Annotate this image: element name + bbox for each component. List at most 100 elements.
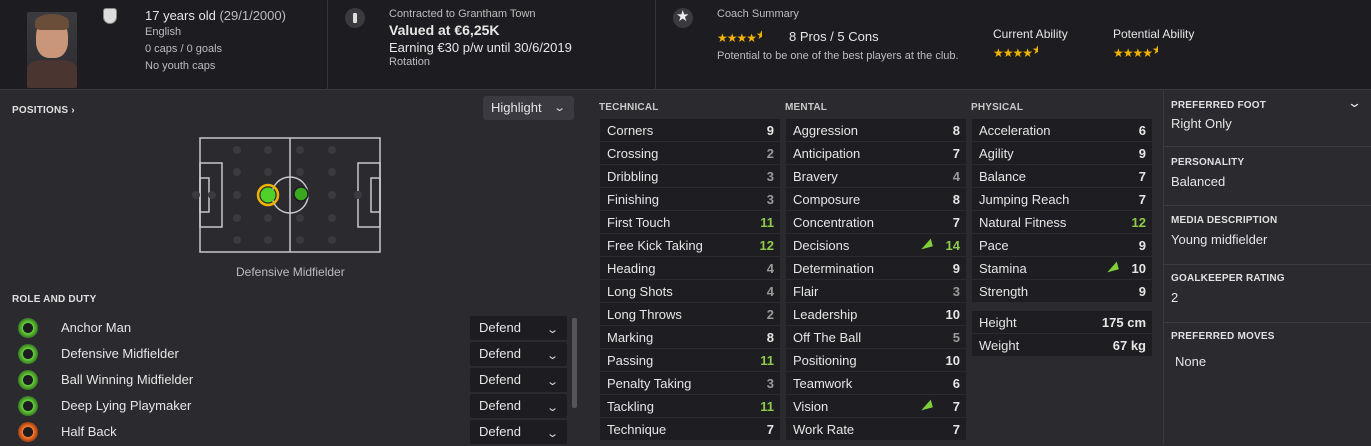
attribute-row[interactable]: Acceleration 6 <box>972 119 1152 142</box>
attribute-value: 6 <box>1138 123 1146 138</box>
duty-dropdown[interactable]: Defend ⌄ <box>470 342 567 366</box>
duty-dropdown[interactable]: Defend ⌄ <box>470 316 567 340</box>
attributes-panel: TECHNICAL MENTAL PHYSICAL Corners 9 Crossi… <box>588 91 1163 444</box>
attribute-name: Crossing <box>607 146 659 161</box>
role-duty-title: ROLE AND DUTY <box>12 294 97 305</box>
attribute-name: Aggression <box>793 123 859 138</box>
duty-dropdown[interactable]: Defend ⌄ <box>470 394 567 418</box>
attribute-value: 5 <box>952 330 960 345</box>
attribute-row[interactable]: Free Kick Taking 12 <box>600 234 780 257</box>
highlight-dropdown[interactable]: Highlight ⌄ <box>483 96 574 120</box>
role-name: Deep Lying Playmaker <box>61 398 192 413</box>
nationality: English <box>145 26 182 38</box>
attribute-row[interactable]: Passing 11 <box>600 349 780 372</box>
pitch-diagram <box>192 137 381 253</box>
positions-title[interactable]: POSITIONS › <box>12 105 75 116</box>
attribute-name: Off The Ball <box>793 330 862 345</box>
attribute-row[interactable]: First Touch 11 <box>600 211 780 234</box>
attribute-value: 7 <box>1138 169 1146 184</box>
attribute-row[interactable]: Corners 9 <box>600 119 780 142</box>
attribute-row[interactable]: Natural Fitness 12 <box>972 211 1152 234</box>
attribute-row[interactable]: Decisions 14 <box>786 234 966 257</box>
attribute-value: 3 <box>952 284 960 299</box>
attribute-row[interactable]: Long Shots 4 <box>600 280 780 303</box>
preferred-foot-value: Right Only <box>1171 116 1232 131</box>
chevron-down-icon: ⌄ <box>545 428 559 440</box>
attribute-row[interactable]: Anticipation 7 <box>786 142 966 165</box>
attribute-row[interactable]: Stamina 10 <box>972 257 1152 280</box>
attribute-row[interactable]: Work Rate 7 <box>786 418 966 441</box>
attribute-name: First Touch <box>607 215 671 230</box>
personality-block: PERSONALITY Balanced <box>1163 148 1371 206</box>
media-description-block: MEDIA DESCRIPTION Young midfielder <box>1163 207 1371 265</box>
attribute-row[interactable]: Composure 8 <box>786 188 966 211</box>
england-flag-icon <box>103 8 117 24</box>
attribute-value: 4 <box>952 169 960 184</box>
attribute-row[interactable]: Heading 4 <box>600 257 780 280</box>
wage: Earning €30 p/w until 30/6/2019 <box>389 40 572 55</box>
attribute-name: Stamina <box>979 261 1027 276</box>
attribute-value: 7 <box>952 146 960 161</box>
role-scrollbar[interactable] <box>572 318 577 408</box>
attribute-row[interactable]: Tackling 11 <box>600 395 780 418</box>
attribute-row[interactable]: Vision 7 <box>786 395 966 418</box>
role-suitability-icon <box>18 344 38 364</box>
coach-summary-title: Coach Summary <box>717 8 799 20</box>
position-name: Defensive Midfielder <box>236 265 345 279</box>
role-name: Half Back <box>61 424 117 439</box>
attribute-value: 11 <box>760 215 774 230</box>
attribute-name: Teamwork <box>793 376 853 391</box>
attribute-row[interactable]: Strength 9 <box>972 280 1152 303</box>
attribute-name: Pace <box>979 238 1009 253</box>
attribute-name: Leadership <box>793 307 858 322</box>
attribute-row[interactable]: Determination 9 <box>786 257 966 280</box>
chevron-down-icon: ⌄ <box>545 350 559 362</box>
preferred-moves-value: None <box>1175 354 1207 369</box>
attribute-row[interactable]: Agility 9 <box>972 142 1152 165</box>
attribute-value: 6 <box>952 376 960 391</box>
attribute-row[interactable]: Dribbling 3 <box>600 165 780 188</box>
attribute-name: Balance <box>979 169 1026 184</box>
attribute-value: 7 <box>952 215 960 230</box>
attribute-row[interactable]: Technique 7 <box>600 418 780 441</box>
attribute-row[interactable]: Jumping Reach 7 <box>972 188 1152 211</box>
collapse-chevron-icon[interactable]: ⌄ <box>1347 95 1362 111</box>
youth-caps: No youth caps <box>145 60 216 72</box>
attribute-row[interactable]: Pace 9 <box>972 234 1152 257</box>
attribute-value: 2 <box>766 307 774 322</box>
attribute-name: Strength <box>979 284 1029 299</box>
attribute-value: 2 <box>766 146 774 161</box>
duty-dropdown[interactable]: Defend ⌄ <box>470 368 567 392</box>
attribute-row[interactable]: Flair 3 <box>786 280 966 303</box>
role-row[interactable]: Anchor Man Defend ⌄ <box>0 315 570 341</box>
coach-rating-stars: ★★★★★ <box>717 28 763 45</box>
attribute-row[interactable]: Concentration 7 <box>786 211 966 234</box>
attribute-row[interactable]: Penalty Taking 3 <box>600 372 780 395</box>
role-row[interactable]: Half Back Defend ⌄ <box>0 419 570 445</box>
goalkeeper-rating-block: GOALKEEPER RATING 2 <box>1163 266 1371 323</box>
attribute-row[interactable]: Leadership 10 <box>786 303 966 326</box>
mental-title: MENTAL <box>785 102 828 113</box>
role-suitability-icon <box>18 422 38 442</box>
attribute-row[interactable]: Finishing 3 <box>600 188 780 211</box>
role-row[interactable]: Ball Winning Midfielder Defend ⌄ <box>0 367 570 393</box>
attribute-row[interactable]: Marking 8 <box>600 326 780 349</box>
role-row[interactable]: Defensive Midfielder Defend ⌄ <box>0 341 570 367</box>
attribute-value: 11 <box>760 399 774 414</box>
attribute-row[interactable]: Teamwork 6 <box>786 372 966 395</box>
attribute-row[interactable]: Crossing 2 <box>600 142 780 165</box>
attribute-row[interactable]: Aggression 8 <box>786 119 966 142</box>
attribute-name: Heading <box>607 261 656 276</box>
current-ability-label: Current Ability <box>993 27 1068 41</box>
attribute-value: 4 <box>766 261 774 276</box>
attribute-row[interactable]: Balance 7 <box>972 165 1152 188</box>
attribute-row[interactable]: Positioning 10 <box>786 349 966 372</box>
role-row[interactable]: Deep Lying Playmaker Defend ⌄ <box>0 393 570 419</box>
duty-dropdown[interactable]: Defend ⌄ <box>470 420 567 444</box>
attribute-row[interactable]: Off The Ball 5 <box>786 326 966 349</box>
squad-status: Rotation <box>389 56 430 68</box>
attribute-row[interactable]: Long Throws 2 <box>600 303 780 326</box>
attribute-row[interactable]: Bravery 4 <box>786 165 966 188</box>
goalkeeper-rating-value: 2 <box>1171 290 1179 305</box>
attribute-name: Anticipation <box>793 146 861 161</box>
